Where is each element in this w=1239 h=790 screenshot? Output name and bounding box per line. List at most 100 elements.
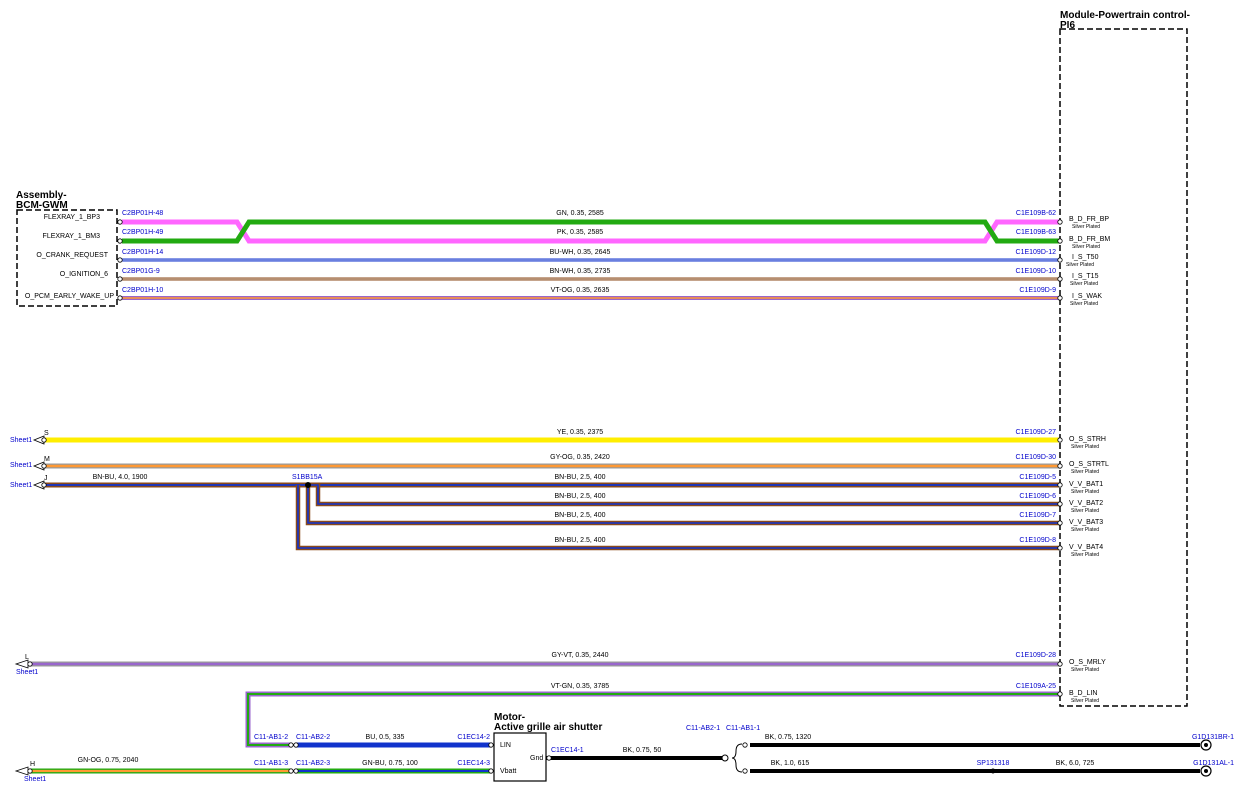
sheet-letter-s: S <box>44 430 49 437</box>
svg-text:Silver Plated: Silver Plated <box>1071 469 1099 475</box>
connector-pin <box>488 768 494 774</box>
wire-label-8: BN-BU, 2.5, 400 <box>555 474 606 481</box>
conn-c1ec14-3[interactable]: C1EC14-3 <box>457 760 490 767</box>
wire-label-bk-725: BK, 6.0, 725 <box>1056 760 1095 767</box>
pcm-title-1: Module-Powertrain control- <box>1060 10 1190 21</box>
splice-sp131318[interactable]: SP131318 <box>977 760 1010 767</box>
sheet-letter-m: M <box>44 456 50 463</box>
pcm-pin-3: I_S_T15Silver Plated <box>1070 273 1099 287</box>
motor-pin-gnd: Gnd <box>530 755 543 762</box>
pcm-pin-1: B_D_FR_BMSilver Plated <box>1069 236 1110 250</box>
wire-label-12: GY-VT, 0.35, 2440 <box>552 652 609 659</box>
conn-c1ec14-2[interactable]: C1EC14-2 <box>457 734 490 741</box>
connector-pin <box>117 257 123 263</box>
conn-c11-ab2-1[interactable]: C11-AB2-1 <box>686 725 720 732</box>
conn-c1ec14-1[interactable]: C1EC14-1 <box>551 747 584 754</box>
svg-text:I_S_T50: I_S_T50 <box>1072 254 1099 261</box>
svg-text:V_V_BAT1: V_V_BAT1 <box>1069 481 1103 488</box>
bcm-signal-2: O_CRANK_REQUEST <box>36 252 108 259</box>
wire-label-2: BU-WH, 0.35, 2645 <box>550 249 611 256</box>
svg-text:Silver Plated: Silver Plated <box>1072 244 1100 250</box>
pcm-pin-9: V_V_BAT3Silver Plated <box>1069 519 1103 533</box>
connector-pin <box>293 742 299 748</box>
svg-text:B_D_FR_BM: B_D_FR_BM <box>1069 236 1110 243</box>
svg-text:B_D_FR_BP: B_D_FR_BP <box>1069 216 1109 223</box>
svg-text:Silver Plated: Silver Plated <box>1070 301 1098 307</box>
wire-label-9: BN-BU, 2.5, 400 <box>555 493 606 500</box>
wiring-diagram: Module-Powertrain control- PI6 Assembly-… <box>10 10 1234 783</box>
wire-label-3: BN-WH, 0.35, 2735 <box>550 268 611 275</box>
pcm-title-2: PI6 <box>1060 20 1075 31</box>
connector-pin <box>1057 276 1063 282</box>
conn-right-2[interactable]: C1E109D-12 <box>1016 249 1057 256</box>
conn-c11-ab1-1[interactable]: C11-AB1-1 <box>726 725 760 732</box>
wire-label-bk-50: BK, 0.75, 50 <box>623 747 662 754</box>
conn-right-0[interactable]: C1E109B-62 <box>1016 210 1056 217</box>
conn-right-5[interactable]: C1E109D-27 <box>1016 429 1057 436</box>
wire-bn-bu-group[interactable] <box>44 482 1060 551</box>
conn-c11-ab2-3[interactable]: C11-AB2-3 <box>296 760 330 767</box>
sheet-link-l[interactable]: Sheet1 <box>16 669 38 676</box>
svg-text:O_S_STRTL: O_S_STRTL <box>1069 461 1109 468</box>
conn-right-9[interactable]: C1E109D-6 <box>1019 493 1056 500</box>
sheet-link-h[interactable]: Sheet1 <box>24 776 46 783</box>
wire-label-5: YE, 0.35, 2375 <box>557 429 603 436</box>
conn-right-3[interactable]: C1E109D-10 <box>1016 268 1057 275</box>
conn-left-0[interactable]: C2BP01H-48 <box>122 210 163 217</box>
conn-left-1[interactable]: C2BP01H-49 <box>122 229 163 236</box>
connector-pin <box>27 661 33 667</box>
wire-label-10: BN-BU, 2.5, 400 <box>555 512 606 519</box>
connector-pin <box>41 482 47 488</box>
conn-left-2[interactable]: C2BP01H-14 <box>122 249 163 256</box>
pcm-pin-0: B_D_FR_BPSilver Plated <box>1069 216 1109 230</box>
connector-pin <box>1057 691 1063 697</box>
bcm-signal-0: FLEXRAY_1_BP3 <box>44 214 100 221</box>
pcm-pin-8: V_V_BAT2Silver Plated <box>1069 500 1103 514</box>
motor-pin-lin: LIN <box>500 742 511 749</box>
conn-right-12[interactable]: C1E109D-28 <box>1016 652 1057 659</box>
conn-c11-ab2-2[interactable]: C11-AB2-2 <box>296 734 330 741</box>
conn-right-4[interactable]: C1E109D-9 <box>1019 287 1056 294</box>
connector-pin <box>488 742 494 748</box>
splice-dot <box>305 482 311 488</box>
pcm-module-box <box>1059 28 1188 707</box>
conn-c11-ab1-2[interactable]: C11-AB1-2 <box>254 734 288 741</box>
ground-g1d131al[interactable]: G1D131AL-1 <box>1193 760 1234 767</box>
conn-right-11[interactable]: C1E109D-8 <box>1019 537 1056 544</box>
svg-text:Silver Plated: Silver Plated <box>1070 281 1098 287</box>
ground-g1d131br[interactable]: G1D131BR-1 <box>1192 734 1234 741</box>
conn-right-6[interactable]: C1E109D-30 <box>1016 454 1057 461</box>
connector-pin <box>288 768 294 774</box>
bcm-title-2: BCM-GWM <box>16 200 68 211</box>
svg-text:Silver Plated: Silver Plated <box>1071 698 1099 704</box>
svg-text:Silver Plated: Silver Plated <box>1071 444 1099 450</box>
conn-right-1[interactable]: C1E109B-63 <box>1016 229 1056 236</box>
svg-text:Silver Plated: Silver Plated <box>1071 667 1099 673</box>
wire-label-bu: BU, 0.5, 335 <box>366 734 405 741</box>
bcm-signal-3: O_IGNITION_6 <box>60 271 108 278</box>
pcm-pin-7: V_V_BAT1Silver Plated <box>1069 481 1103 495</box>
pcm-pin-6: O_S_STRTLSilver Plated <box>1069 461 1109 475</box>
wire-label-gn-og: GN-OG, 0.75, 2040 <box>78 757 139 764</box>
svg-text:B_D_LIN: B_D_LIN <box>1069 690 1097 697</box>
connector-pin <box>1057 463 1063 469</box>
sheet-link-j[interactable]: Sheet1 <box>10 482 32 489</box>
connector-pin <box>1057 295 1063 301</box>
pcm-pin-10: V_V_BAT4Silver Plated <box>1069 544 1103 558</box>
wire-label-0: GN, 0.35, 2585 <box>556 210 604 217</box>
connector-pin <box>117 238 123 244</box>
conn-right-8[interactable]: C1E109D-5 <box>1019 474 1056 481</box>
splice-label[interactable]: S1BB15A <box>292 474 323 481</box>
conn-right-13[interactable]: C1E109A-25 <box>1016 683 1056 690</box>
conn-left-3[interactable]: C2BP01G-9 <box>122 268 160 275</box>
connector-pin <box>742 768 748 774</box>
sheet-link-s[interactable]: Sheet1 <box>10 437 32 444</box>
conn-left-4[interactable]: C2BP01H-10 <box>122 287 163 294</box>
sheet-link-m[interactable]: Sheet1 <box>10 462 32 469</box>
conn-c11-ab1-3[interactable]: C11-AB1-3 <box>254 760 288 767</box>
svg-text:V_V_BAT4: V_V_BAT4 <box>1069 544 1103 551</box>
conn-right-10[interactable]: C1E109D-7 <box>1019 512 1056 519</box>
connector-pin <box>288 742 294 748</box>
pcm-pin-2: I_S_T50Silver Plated <box>1066 254 1099 268</box>
svg-text:Silver Plated: Silver Plated <box>1071 489 1099 495</box>
